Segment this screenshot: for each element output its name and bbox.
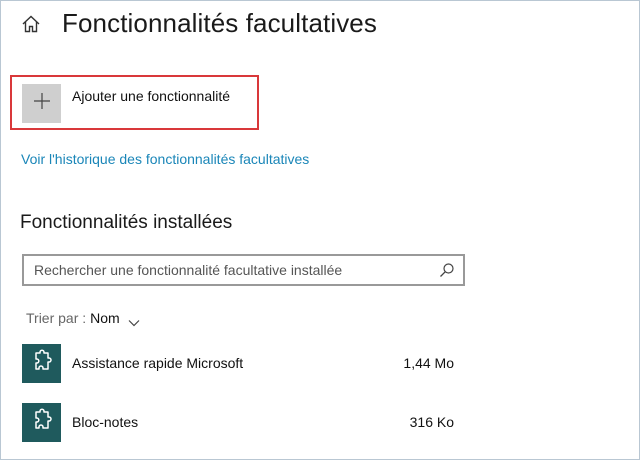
- page-title: Fonctionnalités facultatives: [62, 8, 377, 38]
- plus-icon: [33, 92, 51, 115]
- home-icon[interactable]: [20, 13, 42, 35]
- chevron-down-icon[interactable]: [128, 314, 140, 327]
- installed-section-title: Fonctionnalités installées: [20, 212, 233, 233]
- search-input[interactable]: [24, 257, 439, 283]
- feature-tile: [22, 343, 61, 383]
- sort-prefix: Trier par :: [26, 310, 87, 326]
- puzzle-icon: [30, 348, 54, 378]
- list-item[interactable]: Assistance rapide Microsoft 1,44 Mo: [22, 343, 462, 383]
- search-box[interactable]: [22, 254, 465, 286]
- feature-size: 1,44 Mo: [403, 355, 454, 371]
- sort-value[interactable]: Nom: [90, 310, 120, 326]
- feature-tile: [22, 402, 61, 442]
- puzzle-icon: [30, 407, 54, 437]
- sort-dropdown[interactable]: Trier par : Nom: [26, 310, 140, 327]
- add-feature-button[interactable]: [22, 84, 61, 123]
- history-link[interactable]: Voir l'historique des fonctionnalités fa…: [21, 151, 309, 167]
- feature-name: Assistance rapide Microsoft: [72, 355, 244, 371]
- feature-size: 316 Ko: [409, 414, 454, 430]
- add-feature-label[interactable]: Ajouter une fonctionnalité: [72, 88, 230, 104]
- list-item[interactable]: Bloc-notes 316 Ko: [22, 402, 462, 442]
- page-header: Fonctionnalités facultatives: [20, 8, 377, 39]
- search-icon[interactable]: [439, 262, 455, 278]
- feature-name: Bloc-notes: [72, 414, 139, 430]
